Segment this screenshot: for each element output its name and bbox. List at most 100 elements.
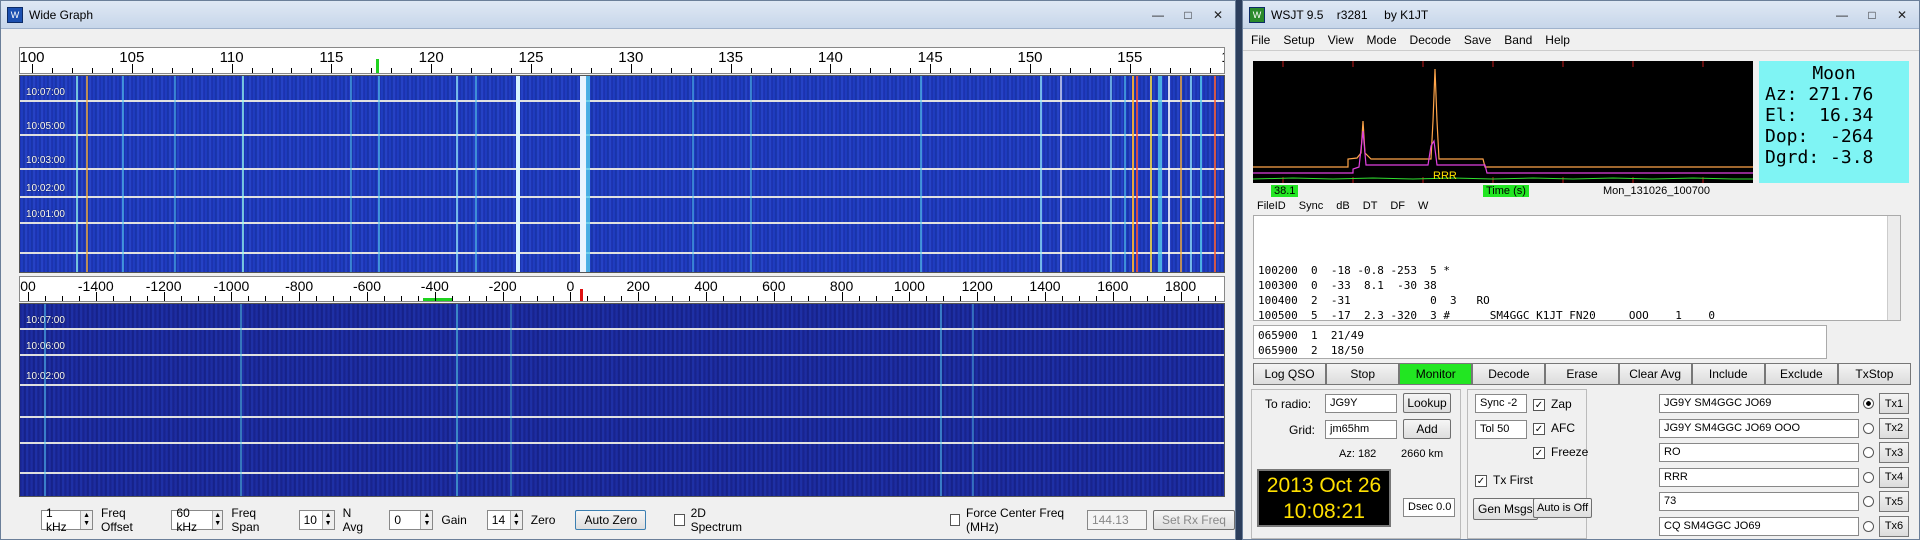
menu-help[interactable]: Help [1545,33,1570,47]
moon-el: El: 16.34 [1765,105,1874,126]
signal-trace [174,76,176,272]
afc-option[interactable]: ✓ AFC [1533,421,1575,435]
scale-tick [311,68,313,73]
tx-first-option[interactable]: ✓ Tx First [1475,473,1533,487]
freeze-checkbox[interactable]: ✓ [1533,446,1545,459]
scale-tick [630,64,632,73]
scale-tick [383,296,385,301]
exclude-button[interactable]: Exclude [1764,363,1838,385]
tx-button[interactable]: Tx6 [1879,515,1909,537]
tol-field[interactable]: Tol 50 [1475,420,1527,439]
waterfall-top[interactable]: 10:07:00 10:05:00 10:03:00 10:02:00 10:01:00 [19,75,1225,273]
clear-avg-button[interactable]: Clear Avg [1618,363,1692,385]
decode-line[interactable]: 100300 0 -33 8.1 -30 38 [1258,278,1896,293]
frequency-scale-top[interactable]: 10010511011512012513013514014515015516 [19,47,1225,74]
zap-checkbox[interactable]: ✓ [1533,398,1545,411]
scale-tick [890,68,892,73]
monitor-button[interactable]: Monitor [1399,363,1473,385]
waterfall-bottom[interactable]: 10:07:0010:06:0010:02:00 [19,303,1225,497]
maximize-icon[interactable]: □ [1859,6,1885,24]
maximize-icon[interactable]: □ [1175,6,1201,24]
menu-setup[interactable]: Setup [1283,33,1314,47]
tx-message-field[interactable]: RRR [1659,467,1859,487]
grid-field[interactable]: jm65hm [1325,420,1397,439]
log-qso-button[interactable]: Log QSO [1253,363,1327,385]
scale-tick [841,292,843,301]
afc-checkbox[interactable]: ✓ [1533,422,1545,435]
scale-tick [1112,292,1114,301]
tx-message-field[interactable]: RO [1659,443,1859,462]
freq-offset-spinner[interactable]: 1 kHz ▲ ▼ [41,506,93,534]
tx-first-checkbox[interactable]: ✓ [1475,474,1487,487]
gen-msgs-button[interactable]: Gen Msgs [1473,498,1538,520]
navg-spinner[interactable]: 10 ▲ ▼ [298,510,335,530]
menu-view[interactable]: View [1328,33,1354,47]
sync-field[interactable]: Sync -2 [1475,394,1527,413]
add-button[interactable]: Add [1403,419,1451,439]
tx-button[interactable]: Tx5 [1879,491,1909,512]
auto-zero-button[interactable]: Auto Zero [575,510,647,530]
freeze-option[interactable]: ✓ Freeze [1533,445,1588,459]
auto-toggle-button[interactable]: Auto is Off [1533,498,1593,518]
tx-message-field[interactable]: JG9Y SM4GGC JO69 OOO [1659,418,1859,438]
tx-button[interactable]: Tx3 [1879,442,1909,463]
decode-button[interactable]: Decode [1472,363,1546,385]
average-text-area[interactable]: 065900 1 21/49 065900 2 18/50 [1253,325,1827,359]
txstop-button[interactable]: TxStop [1837,363,1911,385]
decode-line[interactable]: 100400 2 -31 0 3 RO [1258,293,1896,308]
zap-option[interactable]: ✓ Zap [1533,397,1572,411]
set-rx-freq-button[interactable]: Set Rx Freq [1152,510,1235,530]
close-icon[interactable]: ✕ [1889,6,1915,24]
tx-select-radio[interactable] [1863,520,1874,532]
tx-message-field[interactable]: JG9Y SM4GGC JO69 [1659,394,1859,413]
signal-trace [1150,76,1152,272]
include-button[interactable]: Include [1691,363,1765,385]
stop-button[interactable]: Stop [1326,363,1400,385]
wsjt-titlebar[interactable]: W WSJT 9.5 r3281 by K1JT — □ ✕ [1243,1,1919,29]
tx-message-field[interactable]: 73 [1659,492,1859,511]
minimize-icon[interactable]: — [1145,6,1171,24]
menu-band[interactable]: Band [1504,33,1532,47]
menu-file[interactable]: File [1251,33,1270,47]
tx-button[interactable]: Tx1 [1879,393,1909,414]
2d-spectrum-checkbox[interactable] [674,514,685,526]
signal-trace [1132,76,1134,272]
scale-tick [1049,68,1051,73]
gain-spinner[interactable]: 0 ▲ ▼ [389,510,434,530]
tx-select-radio[interactable] [1863,471,1874,483]
wide-graph-titlebar[interactable]: W Wide Graph — □ ✕ [1,1,1235,29]
decode-line[interactable]: 100500 5 -17 2.3 -320 3 # SM4GGC K1JT FN… [1258,308,1896,320]
menu-mode[interactable]: Mode [1367,33,1397,47]
spectrum-plot[interactable]: RRR [1252,61,1753,183]
waterfall-time-line [20,196,1224,198]
to-radio-field[interactable]: JG9Y [1325,394,1397,413]
force-center-field[interactable]: 144.13 [1086,510,1147,530]
scale-tick [91,68,93,73]
scale-tick [333,296,335,301]
freq-span-spinner[interactable]: 60 kHz ▲ ▼ [171,506,224,534]
decode-text-area[interactable]: 100200 0 -18 -0.8 -253 5 * 100300 0 -33 8… [1253,215,1901,321]
menu-decode[interactable]: Decode [1410,33,1451,47]
lookup-button[interactable]: Lookup [1403,393,1451,413]
tx-button[interactable]: Tx4 [1879,466,1909,488]
frequency-scale-bottom[interactable]: 00 -1400 -1200 -1000 -800 -600 -400 -200 0 200 400… [19,276,1225,302]
decode-scrollbar[interactable] [1887,216,1900,320]
tx-select-radio[interactable] [1863,422,1874,434]
tx-button[interactable]: Tx2 [1879,417,1909,439]
minimize-icon[interactable]: — [1829,6,1855,24]
force-center-checkbox[interactable] [949,514,961,526]
signal-trace [920,76,922,272]
menu-save[interactable]: Save [1464,33,1491,47]
tx-select-radio[interactable] [1863,447,1874,458]
grid-label: Grid: [1289,423,1316,437]
zero-spinner[interactable]: 14 ▲ ▼ [486,510,523,530]
close-icon[interactable]: ✕ [1205,6,1231,24]
waterfall-time-line [20,100,1224,102]
tx-message-field[interactable]: CQ SM4GGC JO69 [1659,516,1859,536]
tx-select-radio[interactable] [1863,398,1874,409]
dsec-field[interactable]: Dsec 0.0 [1403,498,1455,517]
erase-button[interactable]: Erase [1545,363,1619,385]
decode-line[interactable]: 100200 0 -18 -0.8 -253 5 * [1258,263,1896,278]
tx-select-radio[interactable] [1863,496,1874,507]
scale-tick [875,296,877,301]
